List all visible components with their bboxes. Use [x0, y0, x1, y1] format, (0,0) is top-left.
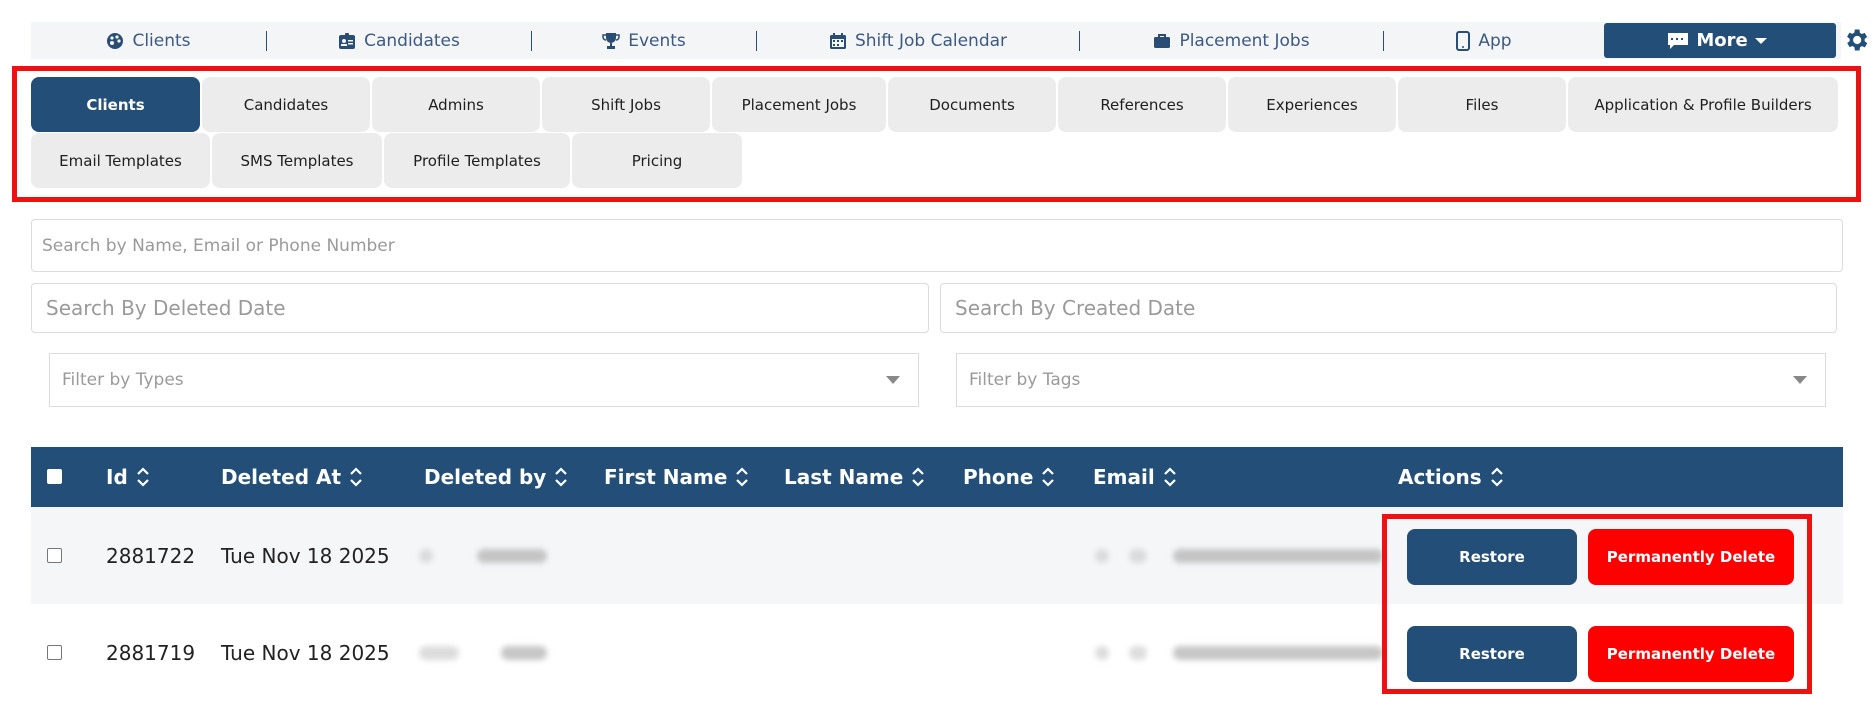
sort-icon: [1490, 465, 1504, 489]
nav-placement-jobs[interactable]: Placement Jobs: [1080, 22, 1383, 59]
sort-icon: [1041, 465, 1055, 489]
nav-candidates[interactable]: Candidates: [267, 22, 531, 59]
redacted-email: [1173, 549, 1383, 563]
redacted-deleted-by: [419, 549, 433, 563]
types-filter-select[interactable]: Filter by Types: [49, 353, 919, 407]
column-last-name[interactable]: Last Name: [784, 447, 925, 507]
sort-icon: [1163, 465, 1177, 489]
tab-pricing[interactable]: Pricing: [572, 133, 742, 188]
column-id[interactable]: Id: [106, 447, 150, 507]
redacted-email: [1095, 549, 1109, 563]
gear-icon[interactable]: [1842, 26, 1870, 54]
row-checkbox[interactable]: [47, 645, 62, 660]
column-deleted-by-label: Deleted by: [424, 465, 547, 489]
chevron-down-icon: [886, 376, 900, 384]
cell-deleted-at: Tue Nov 18 2025: [221, 543, 390, 568]
sort-icon: [735, 465, 749, 489]
column-deleted-at-label: Deleted At: [221, 465, 342, 489]
tags-filter-placeholder: Filter by Tags: [969, 370, 1081, 390]
search-input[interactable]: [31, 219, 1843, 272]
cell-id: 2881719: [106, 640, 196, 665]
tab-experiences[interactable]: Experiences: [1228, 77, 1396, 132]
trophy-icon: [602, 32, 620, 49]
table-header: Id Deleted At Deleted by First Name Last…: [31, 447, 1843, 507]
nav-events-label: Events: [628, 30, 686, 51]
chevron-down-icon: [1793, 376, 1807, 384]
column-deleted-at[interactable]: Deleted At: [221, 447, 363, 507]
column-actions[interactable]: Actions: [1398, 447, 1504, 507]
column-id-label: Id: [106, 465, 128, 489]
tab-application-profile-builders[interactable]: Application & Profile Builders: [1568, 77, 1838, 132]
caret-down-icon: [1754, 37, 1767, 44]
redacted-email: [1173, 646, 1383, 660]
cell-deleted-at: Tue Nov 18 2025: [221, 640, 390, 665]
tab-profile-templates[interactable]: Profile Templates: [384, 133, 570, 188]
tab-documents[interactable]: Documents: [888, 77, 1056, 132]
redacted-email: [1095, 646, 1109, 660]
actions-highlight-outline: [1382, 514, 1812, 694]
types-filter-placeholder: Filter by Types: [62, 370, 184, 390]
id-badge-icon: [339, 32, 356, 49]
mobile-icon: [1456, 30, 1471, 51]
tab-clients[interactable]: Clients: [31, 77, 200, 132]
tab-placement-jobs[interactable]: Placement Jobs: [712, 77, 886, 132]
column-first-name-label: First Name: [604, 465, 728, 489]
row-checkbox[interactable]: [47, 548, 62, 563]
tab-files[interactable]: Files: [1398, 77, 1566, 132]
nav-shift-job-calendar[interactable]: Shift Job Calendar: [757, 22, 1079, 59]
nav-candidates-label: Candidates: [364, 30, 460, 51]
tab-candidates[interactable]: Candidates: [202, 77, 370, 132]
nav-app-label: App: [1478, 30, 1512, 51]
redacted-email: [1129, 549, 1147, 563]
column-deleted-by[interactable]: Deleted by: [424, 447, 568, 507]
created-date-input[interactable]: [940, 283, 1837, 333]
sort-icon: [349, 465, 363, 489]
nav-placement-jobs-label: Placement Jobs: [1179, 30, 1310, 51]
column-phone-label: Phone: [963, 465, 1034, 489]
column-actions-label: Actions: [1398, 465, 1482, 489]
tab-email-templates[interactable]: Email Templates: [31, 133, 210, 188]
nav-shift-job-calendar-label: Shift Job Calendar: [854, 30, 1008, 51]
tab-admins[interactable]: Admins: [372, 77, 540, 132]
redacted-deleted-by: [477, 549, 547, 563]
sort-icon: [554, 465, 568, 489]
column-phone[interactable]: Phone: [963, 447, 1055, 507]
sort-icon: [911, 465, 925, 489]
redacted-deleted-by: [501, 646, 547, 660]
tab-references[interactable]: References: [1058, 77, 1226, 132]
briefcase-icon: [1154, 33, 1171, 48]
cell-id: 2881722: [106, 543, 196, 568]
more-button[interactable]: More: [1604, 23, 1836, 58]
calendar-icon: [829, 32, 846, 49]
redacted-deleted-by: [419, 646, 459, 660]
select-all-checkbox[interactable]: [47, 469, 62, 484]
tags-filter-select[interactable]: Filter by Tags: [956, 353, 1826, 407]
column-email[interactable]: Email: [1093, 447, 1177, 507]
top-navigation: Clients Candidates Events Shift Job Cale…: [31, 22, 1868, 59]
nav-app[interactable]: App: [1384, 22, 1584, 59]
palette-icon: [107, 32, 124, 49]
tab-sms-templates[interactable]: SMS Templates: [212, 133, 382, 188]
nav-clients[interactable]: Clients: [31, 22, 266, 59]
nav-clients-label: Clients: [132, 30, 191, 51]
redacted-email: [1129, 646, 1147, 660]
sort-icon: [136, 465, 150, 489]
column-email-label: Email: [1093, 465, 1155, 489]
deleted-date-input[interactable]: [31, 283, 929, 333]
ad-icon: [1668, 32, 1689, 49]
column-last-name-label: Last Name: [784, 465, 904, 489]
nav-events[interactable]: Events: [532, 22, 756, 59]
column-first-name[interactable]: First Name: [604, 447, 749, 507]
tab-shift-jobs[interactable]: Shift Jobs: [542, 77, 710, 132]
more-button-label: More: [1696, 30, 1748, 51]
